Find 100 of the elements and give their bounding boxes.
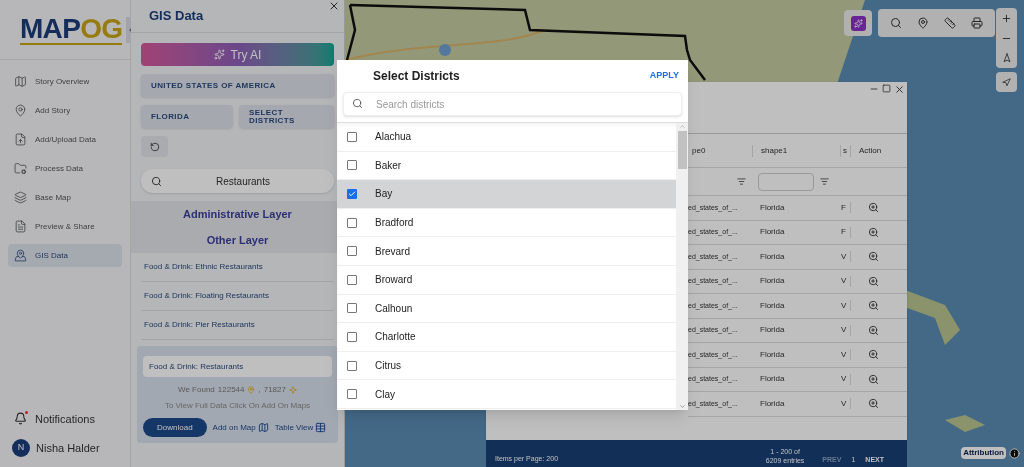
district-option[interactable]: Brevard xyxy=(337,237,676,266)
district-name: Clay xyxy=(375,387,395,402)
pin-icon xyxy=(247,386,256,394)
checkbox[interactable] xyxy=(347,274,357,285)
district-option[interactable]: Bradford xyxy=(337,208,676,238)
maximize-icon[interactable] xyxy=(882,84,891,93)
district-name: Calhoun xyxy=(375,301,413,316)
checkbox[interactable] xyxy=(347,131,357,142)
table-cell-text: Florida xyxy=(759,324,786,337)
nav-item[interactable]: Add Story xyxy=(8,99,122,122)
column-header[interactable]: shape1 xyxy=(752,144,840,157)
upload-icon xyxy=(14,133,27,146)
close-icon[interactable] xyxy=(894,84,905,95)
column-header[interactable]: pe0 xyxy=(688,144,752,157)
ruler-icon[interactable] xyxy=(944,17,957,29)
search-field[interactable]: Search districts xyxy=(343,92,682,116)
checkbox[interactable] xyxy=(347,303,357,314)
checkbox[interactable] xyxy=(347,189,357,199)
ai-button[interactable] xyxy=(844,10,872,36)
table-icon xyxy=(315,422,327,433)
nav-item[interactable]: Base Map xyxy=(8,186,122,209)
filter-icon[interactable] xyxy=(737,177,746,186)
zoom-icon[interactable] xyxy=(867,300,879,312)
checkbox[interactable] xyxy=(347,389,357,400)
section-heading[interactable]: Other Layer xyxy=(206,231,269,248)
try-ai-button[interactable]: Try AI xyxy=(141,43,334,66)
notifications-link[interactable]: Notifications xyxy=(35,410,95,427)
layer-item[interactable]: Food & Drink: Ethnic Restaurants xyxy=(141,253,334,282)
layer-item[interactable]: Food & Drink: Floating Restaurants xyxy=(141,282,334,311)
close-icon[interactable] xyxy=(328,0,340,12)
checkbox[interactable] xyxy=(347,160,357,171)
district-name: Bradford xyxy=(375,216,414,231)
select-districts-button[interactable]: SELECT DISTRICTS xyxy=(239,105,334,128)
search-field[interactable]: Restaurants xyxy=(141,169,334,193)
pin-icon[interactable] xyxy=(916,17,929,29)
district-option[interactable]: Citrus xyxy=(337,351,676,381)
user-name: Nisha Halder xyxy=(36,440,100,456)
district-option[interactable]: Broward xyxy=(337,265,676,295)
nav-item[interactable]: Add/Upload Data xyxy=(8,128,122,151)
table-cell-text: Florida xyxy=(759,250,786,263)
district-option[interactable]: Charlotte xyxy=(337,323,676,352)
folder-gear-icon xyxy=(14,162,27,175)
layer-name-field[interactable]: Food & Drink: Restaurants xyxy=(143,356,332,377)
zoom-icon[interactable] xyxy=(867,324,879,336)
avatar[interactable]: N xyxy=(12,439,30,457)
checkbox[interactable] xyxy=(347,217,357,228)
nav-item[interactable]: Story Overview xyxy=(8,70,122,93)
add-on-map-button[interactable]: Add on Map xyxy=(212,421,269,434)
filter-field[interactable] xyxy=(758,172,814,191)
filter-icon[interactable] xyxy=(820,177,829,186)
pin-icon xyxy=(14,104,27,117)
column-header[interactable]: Action xyxy=(850,144,895,157)
reset-button[interactable] xyxy=(141,136,168,157)
sparkle-icon xyxy=(213,49,225,60)
district-option[interactable]: Calhoun xyxy=(337,294,676,324)
locate-icon xyxy=(1002,77,1011,87)
checkbox[interactable] xyxy=(347,331,357,342)
separator: , xyxy=(258,384,261,396)
state-button[interactable]: FLORIDA xyxy=(141,105,233,128)
layers-icon xyxy=(14,191,27,204)
checkbox[interactable] xyxy=(347,360,357,371)
district-option[interactable]: Bay xyxy=(337,180,676,209)
country-button[interactable]: UNITED STATES OF AMERICA xyxy=(141,74,334,97)
zoom-icon[interactable] xyxy=(867,398,879,410)
layer-item[interactable]: Food & Drink: Pier Restaurants xyxy=(141,311,334,340)
dialog-title: Select Districts xyxy=(373,68,460,85)
section-heading[interactable]: Administrative Layer xyxy=(183,206,292,223)
info-icon[interactable] xyxy=(1009,447,1020,459)
district-option[interactable]: Clay xyxy=(337,380,676,409)
reset-icon xyxy=(149,141,160,152)
panel-title: GIS Data xyxy=(149,7,204,26)
map-icon xyxy=(257,422,269,433)
zoom-icon[interactable] xyxy=(867,226,879,238)
apply-button[interactable]: APPLY xyxy=(649,69,679,83)
column-header[interactable]: s xyxy=(840,144,850,157)
table-view-button[interactable]: Table View xyxy=(274,421,327,434)
checkbox[interactable] xyxy=(347,246,357,257)
compass-icon[interactable] xyxy=(1001,53,1012,64)
zoom-in-icon[interactable] xyxy=(1001,12,1012,24)
nav-item[interactable]: Preview & Share xyxy=(8,215,122,238)
scroll-thumb[interactable] xyxy=(677,131,687,169)
zoom-icon[interactable] xyxy=(867,202,879,214)
attribution-link[interactable]: Attribution xyxy=(961,447,1006,459)
zoom-icon[interactable] xyxy=(867,251,879,263)
district-option[interactable]: Alachua xyxy=(337,123,676,152)
district-name: Alachua xyxy=(375,130,412,145)
zoom-icon[interactable] xyxy=(867,373,879,385)
table-cell-text: V xyxy=(840,324,848,337)
locate-button[interactable] xyxy=(996,72,1017,92)
search-icon[interactable] xyxy=(889,17,902,29)
table-cell-text: Florida xyxy=(759,397,786,410)
nav-item[interactable]: Process Data xyxy=(8,157,122,180)
district-name: Bay xyxy=(375,187,393,202)
zoom-icon[interactable] xyxy=(867,349,879,361)
nav-item[interactable]: GIS Data xyxy=(8,244,122,267)
download-button[interactable]: Download xyxy=(143,418,207,437)
zoom-icon[interactable] xyxy=(867,275,879,287)
print-icon[interactable] xyxy=(971,17,984,29)
district-name: Broward xyxy=(375,273,413,288)
scrollbar[interactable] xyxy=(676,123,688,410)
